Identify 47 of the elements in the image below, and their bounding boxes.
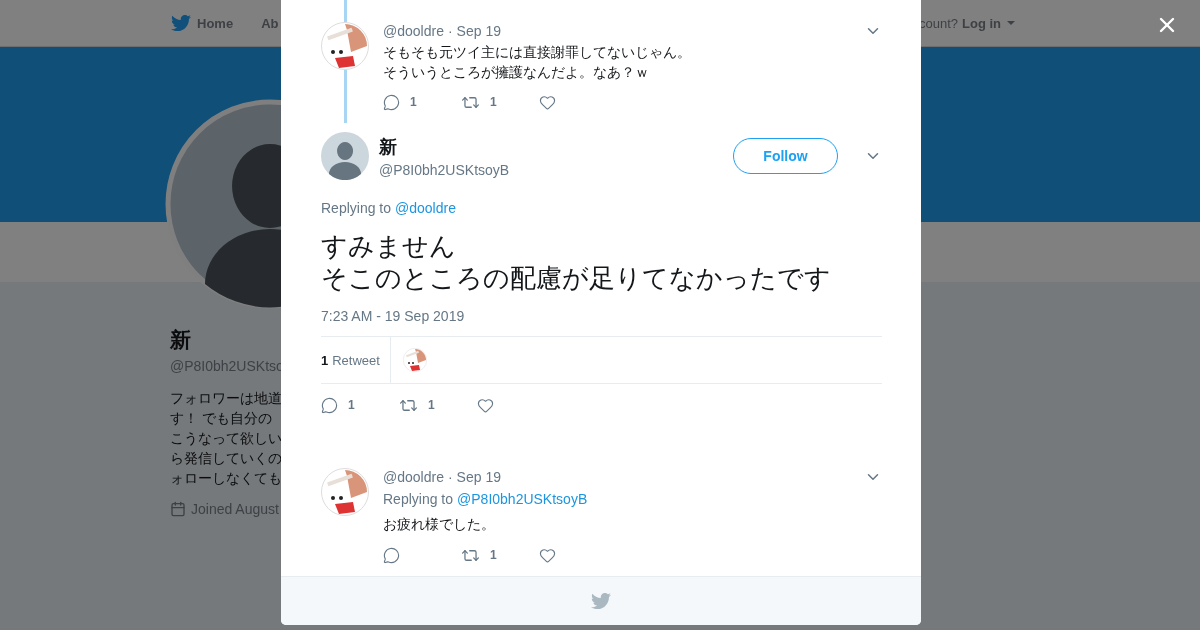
retweet-stat[interactable]: 1 Retweet xyxy=(321,337,391,383)
like-icon[interactable] xyxy=(539,93,556,111)
mention-link[interactable]: @P8I0bh2USKtsoyB xyxy=(457,491,588,507)
profile-handle: @P8I0bh2USKtso xyxy=(170,358,285,374)
caret-icon xyxy=(1007,21,1015,25)
home-link[interactable]: Home xyxy=(171,13,234,33)
separator-dot: · xyxy=(447,23,453,39)
thread-line xyxy=(343,70,347,123)
reply-icon[interactable] xyxy=(383,546,400,564)
reply-icon[interactable] xyxy=(383,93,400,111)
tweet-text: そこのところの配慮が足りてなかったです xyxy=(321,262,832,294)
bird-icon xyxy=(171,13,191,33)
tweet-handle[interactable]: @dooldre xyxy=(383,23,444,39)
action-count: 1 xyxy=(490,95,497,109)
bird-icon xyxy=(591,591,611,611)
separator-dot: · xyxy=(447,469,453,485)
profile-name: 新 xyxy=(170,327,192,353)
reply-icon[interactable] xyxy=(321,396,338,414)
action-count: 1 xyxy=(490,548,497,562)
like-icon[interactable] xyxy=(539,546,556,564)
avatar xyxy=(321,468,369,516)
tweet-text: すみません xyxy=(321,230,457,262)
avatar xyxy=(402,348,427,372)
profile-bio: フォロワーは地道 す！ でも自分の こうなって欲しい ら発信していくの ォローしなくても xyxy=(170,389,283,488)
avatar xyxy=(321,22,369,70)
joined-date: Joined August xyxy=(191,501,279,517)
follow-button[interactable]: Follow xyxy=(733,138,838,174)
login-link[interactable]: Log in xyxy=(962,15,1015,31)
tweet-timestamp: 7:23 AM - 19 Sep 2019 xyxy=(321,308,466,324)
user-name[interactable]: 新 xyxy=(379,134,510,159)
tweet-text: そもそも元ツイ主には直接謝罪してないじゃん。 xyxy=(383,43,692,62)
tweet-date[interactable]: Sep 19 xyxy=(456,469,501,485)
tweet-text: そういうところが擁護なんだよ。なあ？ｗ xyxy=(383,63,650,82)
tweet-date[interactable]: Sep 19 xyxy=(456,23,501,39)
action-count: 1 xyxy=(348,398,355,412)
user-handle[interactable]: @P8I0bh2USKtsoyB xyxy=(379,161,510,178)
action-count: 1 xyxy=(410,95,417,109)
like-icon[interactable] xyxy=(477,396,494,414)
calendar-icon xyxy=(170,501,186,517)
tweet-handle[interactable]: @dooldre xyxy=(383,469,444,485)
avatar xyxy=(321,132,369,180)
tweet-text: お疲れ様でした。 xyxy=(383,515,496,534)
replying-label: Replying to xyxy=(321,200,392,216)
replying-label: Replying to xyxy=(383,491,454,507)
mention-link[interactable]: @dooldre xyxy=(395,200,456,216)
about-link[interactable]: Ab xyxy=(261,15,279,31)
action-count: 1 xyxy=(428,398,435,412)
